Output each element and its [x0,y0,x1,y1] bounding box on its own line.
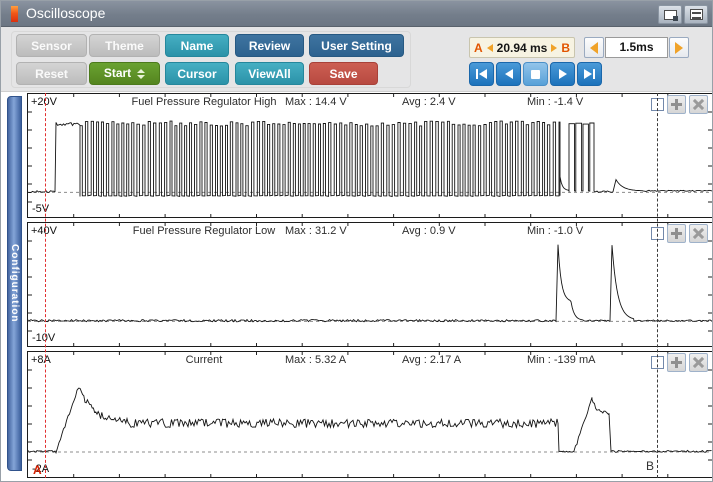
timebase-value[interactable]: 1.5ms [605,37,668,58]
channel-panel-2: +8A Current Max : 5.32 A Avg : 2.17 A Mi… [27,351,713,478]
channel-2-avg: Avg : 2.17 A [402,354,461,366]
configuration-tab[interactable]: Configuration [7,96,22,471]
channel-panel-1: +40V Fuel Pressure Regulator Low Max : 3… [27,222,713,347]
app-icon [11,6,18,22]
channel-0-bottom-scale-label: -5V [32,203,49,215]
cursor-b-label: B [646,459,654,473]
plus-icon [671,228,682,239]
channel-0-zoom-button[interactable] [667,95,686,114]
bar-icon [476,69,478,79]
step-back-button[interactable] [496,62,521,86]
cursor-a-arrow-icon [487,44,493,52]
cursor-a-label: A [33,463,42,477]
play-forward-button[interactable] [550,62,575,86]
close-icon [693,228,704,239]
cursor-time-readout: A 20.94 ms B [469,37,575,58]
left-arrow-icon [590,42,598,54]
reset-button[interactable]: Reset [16,62,87,85]
close-icon [693,357,704,368]
channel-0-top-scale-label: +20V [31,96,57,108]
layout-icon [690,9,703,20]
channel-1-max: Max : 31.2 V [285,225,347,237]
start-button[interactable]: Start [89,62,160,85]
cursor-b-readout-label: B [561,41,570,55]
channel-1-close-button[interactable] [689,224,708,243]
screenshot-button[interactable] [658,5,682,24]
channel-0-max: Max : 14.4 V [285,96,347,108]
channel-1-zoom-button[interactable] [667,224,686,243]
cursor-b-line[interactable] [657,93,658,478]
stop-icon [531,70,540,79]
screenshot-icon [664,10,677,20]
channel-2-top-scale-label: +8A [31,354,51,366]
user-setting-button[interactable]: User Setting [309,34,404,57]
channel-panel-0: +20V Fuel Pressure Regulator High Max : … [27,93,713,218]
plus-icon [671,357,682,368]
channel-0-min: Min : -1.4 V [527,96,583,108]
sensor-button[interactable]: Sensor [16,34,87,57]
channel-2-zoom-button[interactable] [667,353,686,372]
channel-0-waveform [28,94,712,217]
bar-icon [593,69,595,79]
timebase-increase-button[interactable] [669,37,689,58]
title-bar: Oscilloscope [1,1,712,27]
right-arrow-icon [675,42,683,54]
oscilloscope-window: Oscilloscope Sensor Theme Name Review Us… [0,0,713,482]
triangle-right-icon [584,69,592,79]
configuration-tab-label: Configuration [9,244,20,323]
name-button[interactable]: Name [165,34,229,57]
cursor-b-arrow-icon [551,44,557,52]
cursor-delta-time: 20.94 ms [497,41,548,55]
channel-1-avg: Avg : 0.9 V [402,225,456,237]
triangle-left-icon [505,69,513,79]
channel-2-min: Min : -139 mA [527,354,595,366]
timebase-decrease-button[interactable] [584,37,604,58]
window-title: Oscilloscope [26,1,105,26]
channel-0-avg: Avg : 2.4 V [402,96,456,108]
cursor-a-line[interactable] [45,93,46,478]
channel-1-top-scale-label: +40V [31,225,57,237]
channel-1-bottom-scale-label: -10V [32,332,55,344]
theme-button[interactable]: Theme [89,34,160,57]
layout-button[interactable] [684,5,708,24]
save-button[interactable]: Save [309,62,378,85]
triangle-left-icon [479,69,487,79]
viewall-button[interactable]: ViewAll [235,62,304,85]
start-updown-icon [137,69,145,79]
start-button-label: Start [104,62,131,85]
channel-1-min: Min : -1.0 V [527,225,583,237]
channel-1-waveform [28,223,712,346]
triangle-right-icon [559,69,567,79]
cursor-button[interactable]: Cursor [165,62,229,85]
channel-2-waveform [28,352,712,477]
close-icon [693,99,704,110]
cursor-a-readout-label: A [474,41,483,55]
plus-icon [671,99,682,110]
skip-to-end-button[interactable] [577,62,602,86]
stop-button[interactable] [523,62,548,86]
toolbar: Sensor Theme Name Review User Setting Re… [1,27,712,92]
review-button[interactable]: Review [235,34,304,57]
channel-2-close-button[interactable] [689,353,708,372]
skip-to-start-button[interactable] [469,62,494,86]
channel-0-close-button[interactable] [689,95,708,114]
channel-2-max: Max : 5.32 A [285,354,346,366]
